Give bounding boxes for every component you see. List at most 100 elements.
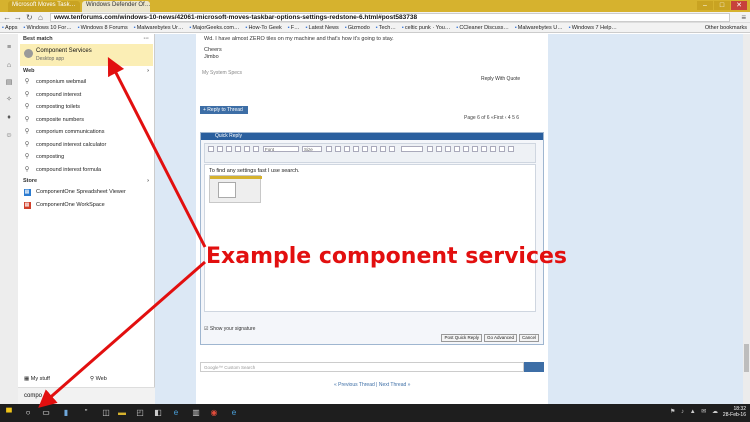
web-result[interactable]: ⚲ composting toilets — [18, 101, 155, 114]
maximize-button[interactable]: □ — [714, 1, 730, 10]
go-advanced-button[interactable]: Go Advanced — [483, 334, 517, 342]
show-signature-checkbox[interactable]: ☑ Show your signature — [204, 326, 255, 332]
home-icon[interactable]: ⌂ — [5, 62, 13, 70]
reminder-icon[interactable]: ♦ — [5, 114, 13, 122]
font-select[interactable]: Font — [263, 146, 299, 152]
bookmark-item[interactable]: How-To Geek — [245, 23, 281, 32]
minimize-button[interactable]: – — [697, 1, 713, 10]
edge-icon[interactable]: e — [228, 407, 240, 419]
store-result[interactable]: ▦ ComponentOne Spreadsheet Viewer — [18, 186, 155, 199]
insert-select[interactable] — [401, 146, 423, 152]
tool-button[interactable] — [463, 146, 469, 152]
tool-button[interactable] — [217, 146, 223, 152]
web-result[interactable]: ⚲ composite numbers — [18, 114, 155, 127]
forward-icon[interactable]: → — [14, 13, 22, 22]
size-select[interactable]: Size — [302, 146, 322, 152]
web-result[interactable]: ⚲ compound interest — [18, 89, 155, 102]
tool-button[interactable] — [508, 146, 514, 152]
web-result[interactable]: ⚲ compound interest formula — [18, 164, 155, 177]
task-view-icon[interactable]: ▭ — [40, 407, 52, 419]
store-icon[interactable]: ◰ — [134, 407, 146, 419]
bookmark-item[interactable]: Latest News — [306, 23, 339, 32]
browser-menu-icon[interactable]: ≡ — [741, 13, 746, 22]
bookmark-item[interactable]: MajorGeeks.com… — [189, 23, 239, 32]
tool-button[interactable] — [454, 146, 460, 152]
store-result[interactable]: ▦ ComponentOne WorkSpace — [18, 199, 155, 212]
tool-button[interactable] — [380, 146, 386, 152]
reply-editor[interactable]: To find any settings fast I use search. — [204, 164, 536, 312]
thread-navigation[interactable]: « Previous Thread | Next Thread » — [334, 382, 410, 388]
reply-with-quote-button[interactable]: Reply With Quote — [481, 76, 520, 82]
clock[interactable]: 18:32 28-Feb-16 — [723, 406, 746, 418]
bookmark-item[interactable]: F… — [288, 23, 300, 32]
reply-to-thread-button[interactable]: + Reply to Thread — [200, 106, 248, 114]
other-bookmarks[interactable]: Other bookmarks — [705, 23, 747, 32]
system-specs-link[interactable]: My System Specs — [202, 70, 242, 76]
tool-button[interactable] — [362, 146, 368, 152]
system-tray[interactable]: ⚑ ♪ ▲ ✉ ☁ — [670, 408, 720, 415]
tool-button[interactable] — [208, 146, 214, 152]
taskbar-search-input[interactable]: compo — [18, 387, 155, 404]
quote-icon[interactable]: " — [80, 407, 92, 419]
app-icon[interactable]: ◫ — [100, 407, 112, 419]
tool-button[interactable] — [499, 146, 505, 152]
app-icon[interactable]: ▥ — [190, 407, 202, 419]
my-stuff-tab[interactable]: ▦ My stuff — [24, 376, 50, 382]
bookmark-item[interactable]: CCleaner Discuss… — [456, 23, 509, 32]
bookmark-item[interactable]: celtic punk · You… — [402, 23, 451, 32]
chrome-icon[interactable]: ◉ — [208, 407, 220, 419]
bold-button[interactable] — [235, 146, 241, 152]
lightbulb-icon[interactable]: ✧ — [5, 96, 13, 104]
tool-button[interactable] — [490, 146, 496, 152]
url-field[interactable]: www.tenforums.com/windows-10-news/42061-… — [50, 13, 730, 22]
browser-tab-1[interactable]: Microsoft Moves Task… — [8, 1, 80, 12]
tool-button[interactable] — [389, 146, 395, 152]
tool-button[interactable] — [436, 146, 442, 152]
pagination[interactable]: Page 6 of 6 «First ‹ 4 5 6 — [464, 115, 519, 121]
bookmark-item[interactable]: Apps — [2, 23, 18, 32]
browser-tab-2[interactable]: Windows Defender Of… — [82, 1, 150, 12]
italic-button[interactable] — [244, 146, 250, 152]
bookmark-item[interactable]: Windows 7 Help… — [569, 23, 617, 32]
bookmark-item[interactable]: Malwarebytes Ur… — [134, 23, 184, 32]
cortana-icon[interactable]: ○ — [22, 407, 34, 419]
hamburger-icon[interactable]: ≡ — [5, 44, 13, 52]
bookmark-item[interactable]: Windows 10 For… — [24, 23, 71, 32]
close-button[interactable]: ✕ — [731, 1, 747, 10]
tool-button[interactable] — [445, 146, 451, 152]
app-icon[interactable]: ◧ — [152, 407, 164, 419]
app-icon[interactable]: ▮ — [60, 407, 72, 419]
scrollbar-thumb[interactable] — [744, 344, 749, 372]
tool-button[interactable] — [326, 146, 332, 152]
home-icon[interactable]: ⌂ — [38, 13, 43, 22]
tool-button[interactable] — [371, 146, 377, 152]
more-icon[interactable]: ··· — [144, 34, 150, 44]
tool-button[interactable] — [472, 146, 478, 152]
chevron-right-icon[interactable]: › — [147, 176, 149, 186]
tool-button[interactable] — [344, 146, 350, 152]
underline-button[interactable] — [253, 146, 259, 152]
web-result[interactable]: ⚲ comporium communications — [18, 126, 155, 139]
web-result[interactable]: ⚲ composting — [18, 151, 155, 164]
file-explorer-icon[interactable]: ▬ — [116, 407, 128, 419]
tool-button[interactable] — [353, 146, 359, 152]
best-match-item[interactable]: Component Services Desktop app — [20, 44, 153, 66]
page-scrollbar[interactable] — [743, 34, 750, 404]
reload-icon[interactable]: ↻ — [26, 13, 33, 22]
ie-icon[interactable]: e — [170, 407, 182, 419]
back-icon[interactable]: ← — [3, 13, 11, 22]
post-quick-reply-button[interactable]: Post Quick Reply — [441, 334, 482, 342]
bookmark-item[interactable]: Malwarebytes U… — [515, 23, 563, 32]
bookmark-item[interactable]: Windows 8 Forums — [78, 23, 128, 32]
web-result[interactable]: ⚲ componium webmail — [18, 76, 155, 89]
tool-button[interactable] — [481, 146, 487, 152]
chevron-right-icon[interactable]: › — [147, 66, 149, 76]
tool-button[interactable] — [427, 146, 433, 152]
notebook-icon[interactable]: ▤ — [5, 79, 13, 87]
start-icon[interactable]: ▀ — [3, 407, 15, 419]
attached-screenshot-thumbnail[interactable] — [209, 175, 262, 203]
web-tab[interactable]: ⚲ Web — [90, 376, 107, 382]
bookmark-item[interactable]: Tech… — [376, 23, 396, 32]
tool-button[interactable] — [335, 146, 341, 152]
site-search-button[interactable] — [524, 362, 544, 372]
